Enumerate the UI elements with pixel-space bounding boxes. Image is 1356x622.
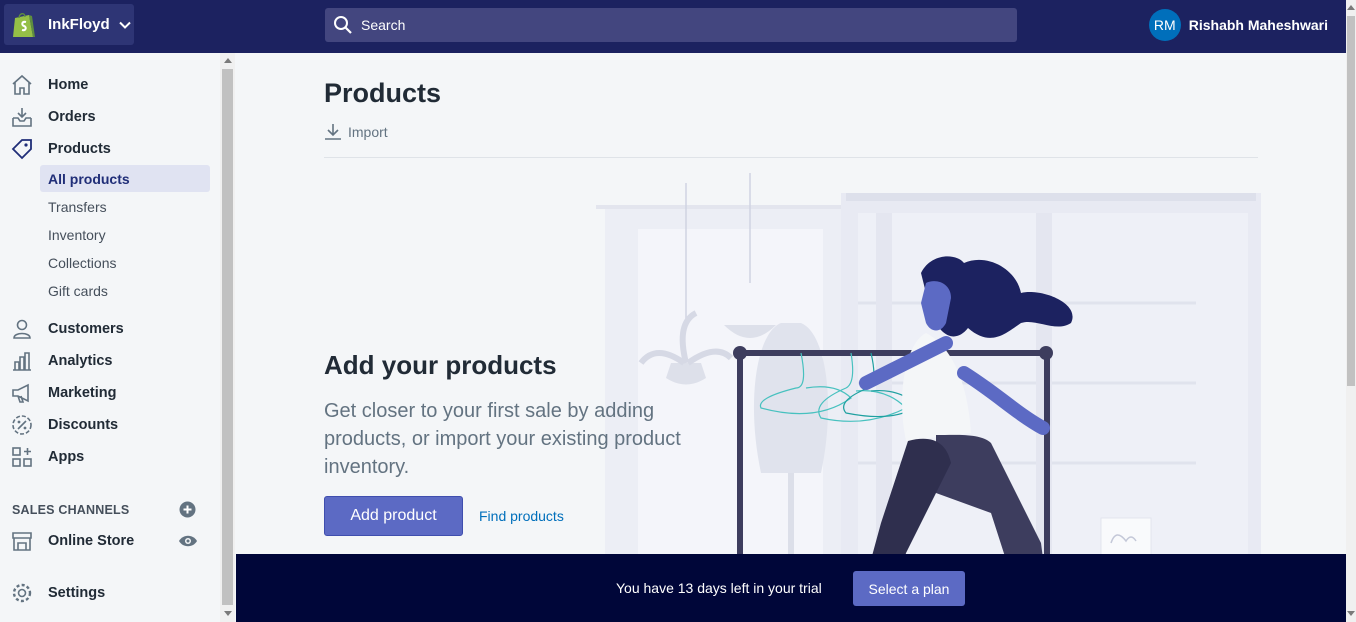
scroll-up-arrow-icon[interactable] (1347, 5, 1355, 10)
download-icon (325, 124, 341, 140)
home-icon (12, 74, 32, 95)
empty-state-title: Add your products (324, 350, 557, 380)
trial-banner: You have 13 days left in your trial Sele… (236, 554, 1346, 622)
page-scrollbar[interactable] (1346, 0, 1356, 622)
avatar[interactable]: RM (1148, 9, 1181, 41)
sidebar-subitem-label: Transfers (48, 198, 107, 215)
sidebar-item-discounts[interactable]: Discounts (0, 411, 220, 439)
tag-icon (11, 139, 32, 160)
sidebar-subitem-inventory[interactable]: Inventory (40, 221, 210, 248)
sidebar-item-label: Marketing (48, 385, 117, 401)
search-icon (334, 16, 352, 34)
store-switcher-button[interactable]: InkFloyd (4, 4, 134, 45)
sidebar-item-orders[interactable]: Orders (0, 103, 220, 131)
scrollbar-thumb[interactable] (1347, 16, 1355, 386)
gear-icon (12, 583, 32, 603)
import-button[interactable]: Import (324, 123, 388, 141)
megaphone-icon (12, 383, 29, 403)
user-name[interactable]: Rishabh Maheshwari (1189, 17, 1328, 33)
apps-icon (12, 447, 32, 467)
sidebar-scrollbar[interactable] (220, 53, 235, 622)
sidebar-item-settings[interactable]: Settings (0, 579, 220, 607)
orders-icon (12, 108, 32, 127)
store-name: InkFloyd (48, 16, 110, 33)
user-menu[interactable]: RM Rishabh Maheshwari (1148, 9, 1328, 41)
import-label: Import (348, 124, 388, 140)
sidebar-subitem-label: Gift cards (48, 282, 108, 299)
sidebar-subitem-transfers[interactable]: Transfers (40, 193, 210, 220)
sidebar-item-label: Discounts (48, 417, 119, 433)
sidebar-item-label: Apps (48, 449, 85, 465)
sidebar-item-label: Analytics (48, 353, 113, 369)
sidebar-item-label: Customers (48, 321, 124, 337)
sidebar-item-online-store[interactable]: Online Store (0, 527, 220, 555)
sidebar-subitem-label: Collections (48, 254, 117, 271)
empty-state-description: Get closer to your first sale by adding … (324, 400, 681, 478)
sidebar-item-apps[interactable]: Apps (0, 443, 220, 471)
store-icon (12, 532, 32, 551)
sidebar-subitem-collections[interactable]: Collections (40, 249, 210, 276)
trial-message: You have 13 days left in your trial (616, 580, 822, 596)
eye-icon[interactable] (178, 534, 198, 548)
sidebar-item-label: Online Store (48, 533, 135, 549)
sales-channels-heading: SALES CHANNELS (12, 503, 130, 517)
sidebar-item-marketing[interactable]: Marketing (0, 379, 220, 407)
discount-icon (12, 415, 32, 435)
sidebar: Home Orders Products All products Transf… (0, 53, 220, 622)
sidebar-item-home[interactable]: Home (0, 71, 220, 99)
sidebar-item-label: Settings (48, 585, 106, 601)
sidebar-item-label: Home (48, 77, 89, 93)
sidebar-item-analytics[interactable]: Analytics (0, 347, 220, 375)
sidebar-subitem-all-products[interactable]: All products (40, 165, 210, 192)
analytics-icon (13, 352, 31, 371)
top-bar: InkFloyd Search RM Rishabh Maheshwari (0, 0, 1356, 53)
scrollbar-thumb[interactable] (222, 69, 233, 605)
divider (324, 157, 1258, 158)
page-title: Products (324, 78, 442, 108)
sidebar-item-products[interactable]: Products (0, 135, 220, 163)
find-products-link[interactable]: Find products (479, 508, 564, 524)
sidebar-item-customers[interactable]: Customers (0, 315, 220, 343)
search-placeholder: Search (361, 17, 406, 33)
add-sales-channel-icon[interactable] (179, 501, 196, 518)
sidebar-item-label: Orders (48, 109, 96, 125)
sidebar-subitem-label: All products (48, 170, 130, 187)
scroll-down-arrow-icon[interactable] (1347, 611, 1355, 616)
scroll-down-arrow-icon[interactable] (224, 611, 232, 616)
customer-icon (13, 319, 31, 339)
main-content: Products Import Add your products Get cl… (236, 53, 1346, 622)
sidebar-subitem-label: Inventory (48, 226, 106, 243)
chevron-down-icon (118, 21, 131, 29)
select-plan-button[interactable]: Select a plan (853, 571, 965, 606)
scroll-up-arrow-icon[interactable] (224, 58, 232, 63)
shopify-logo-icon (13, 12, 35, 37)
add-product-button[interactable]: Add product (324, 496, 463, 536)
sidebar-subitem-gift-cards[interactable]: Gift cards (40, 277, 210, 304)
search-input[interactable]: Search (325, 8, 1017, 42)
sidebar-item-label: Products (48, 141, 111, 157)
